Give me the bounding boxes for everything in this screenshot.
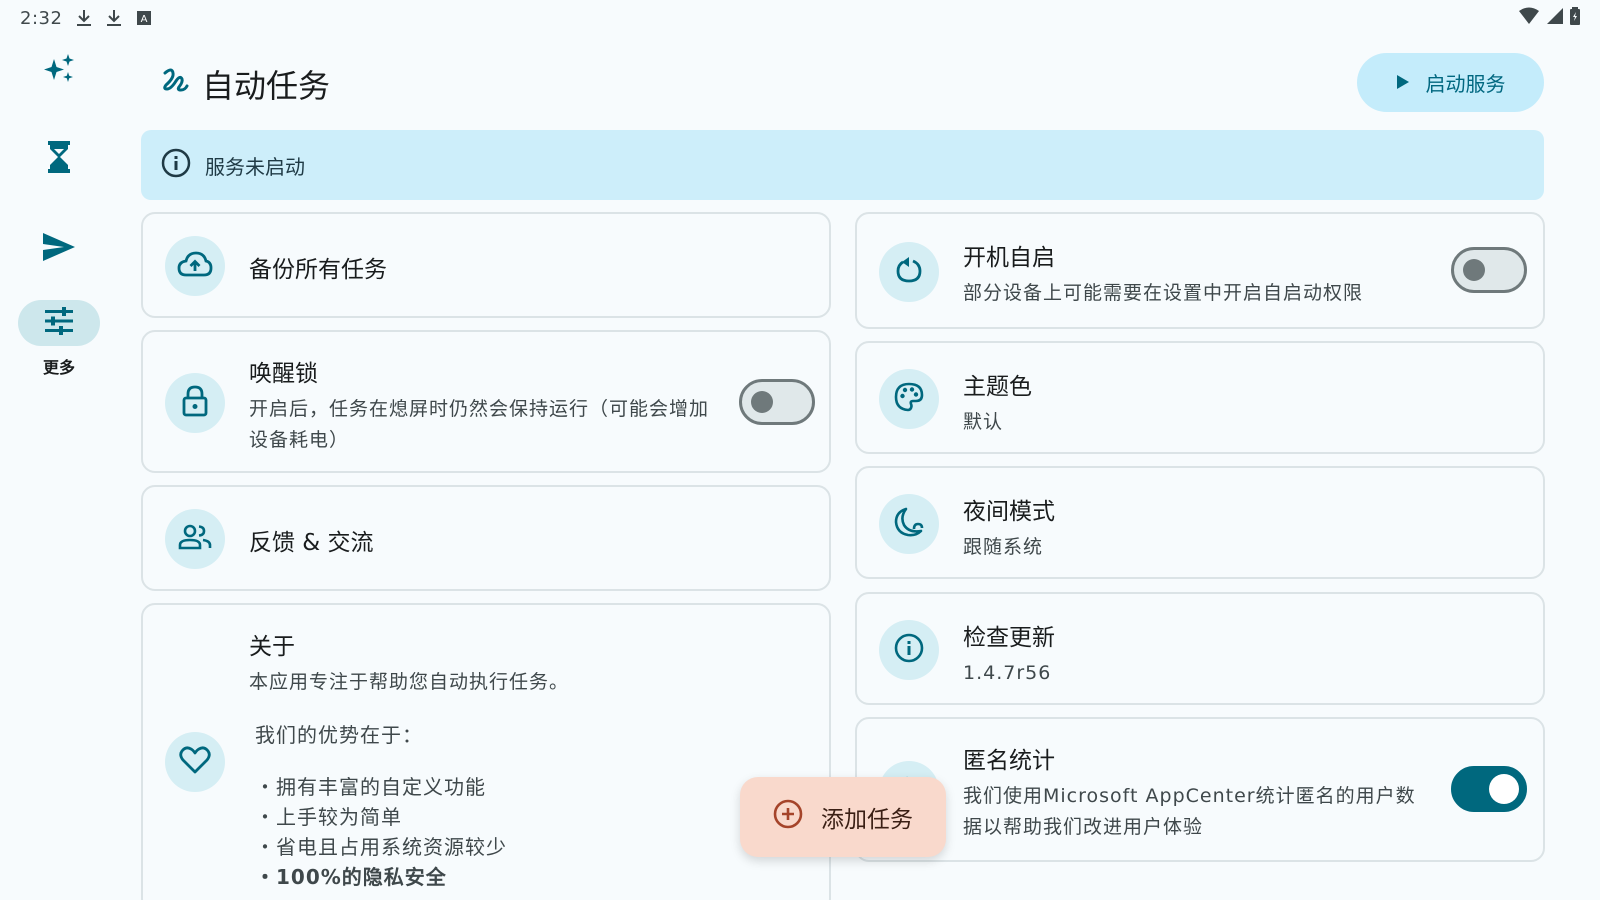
restart-icon [895,256,923,288]
download-icon [76,9,92,27]
update-version: 1.4.7r56 [963,662,1052,684]
autostart-card[interactable]: 开机自启 部分设备上可能需要在设置中开启自启动权限 [855,212,1545,329]
start-service-label: 启动服务 [1425,72,1506,96]
rail-pill[interactable] [18,48,100,94]
icon-circle [165,732,225,792]
card-text: 检查更新 1.4.7r56 [963,618,1523,689]
rail-item-more[interactable]: 更多 [18,300,100,378]
card-text: 唤醒锁 开启后，任务在熄屏时仍然会保持运行（可能会增加设备耗电） [249,354,719,456]
nav-rail: 更多 [0,36,118,900]
autostart-switch[interactable] [1451,247,1527,293]
wakelock-card[interactable]: 唤醒锁 开启后，任务在熄屏时仍然会保持运行（可能会增加设备耗电） [141,330,831,473]
theme-subtitle: 默认 [963,411,1004,433]
rail-item-sparkles[interactable] [18,48,100,94]
battery-icon [1570,6,1580,30]
night-mode-icon [894,507,924,541]
sparkles-icon [41,51,77,91]
card-text: 关于 本应用专注于帮助您自动执行任务。 我们的优势在于： ・拥有丰富的自定义功能… [249,627,809,892]
status-bar: 2:32 A [0,0,1600,36]
theme-title: 主题色 [963,374,1032,400]
about-body: 我们的优势在于： ・拥有丰富的自定义功能 ・上手较为简单 ・省电且占用系统资源较… [249,720,809,892]
card-text: 备份所有任务 [249,250,809,284]
wifi-icon [1518,7,1540,30]
keyboard-icon: A [136,10,152,26]
card-text: 主题色 默认 [963,367,1523,438]
wakelock-switch[interactable] [739,379,815,425]
wakelock-title: 唤醒锁 [249,361,318,387]
about-bullet: ・100%的隐私安全 [255,865,447,889]
page-title-text: 自动任务 [202,67,331,105]
page-title: 自动任务 [160,60,330,108]
icon-circle [165,509,225,569]
rail-pill[interactable] [18,226,100,272]
card-text: 匿名统计 我们使用Microsoft AppCenter统计匿名的用户数据以帮助… [963,741,1433,843]
night-mode-subtitle: 跟随系统 [963,536,1044,558]
status-time: 2:32 [20,7,63,29]
automation-icon [160,65,190,103]
icon-circle [165,373,225,433]
night-mode-card[interactable]: 夜间模式 跟随系统 [855,466,1545,579]
tune-icon [44,307,74,339]
send-icon [42,232,76,266]
status-right [1518,6,1580,30]
theme-card[interactable]: 主题色 默认 [855,341,1545,454]
rail-pill-active[interactable] [18,300,100,346]
card-text: 反馈 & 交流 [249,523,809,557]
backup-card[interactable]: 备份所有任务 [141,212,831,318]
banner-text: 服务未启动 [205,154,305,179]
autostart-subtitle: 部分设备上可能需要在设置中开启自启动权限 [963,282,1364,304]
feedback-title: 反馈 & 交流 [249,530,374,556]
add-circle-icon [773,799,803,835]
card-text: 夜间模式 跟随系统 [963,492,1523,563]
stats-switch[interactable] [1451,766,1527,812]
hourglass-icon [47,140,71,178]
info-icon [894,633,924,667]
night-mode-title: 夜间模式 [963,499,1055,525]
wakelock-subtitle: 开启后，任务在熄屏时仍然会保持运行（可能会增加设备耗电） [249,398,710,451]
heart-icon [179,746,211,778]
download-icon [106,9,122,27]
card-text: 开机自启 部分设备上可能需要在设置中开启自启动权限 [963,238,1413,309]
add-task-label: 添加任务 [821,807,913,833]
palette-icon [894,382,924,416]
switch-knob [1489,774,1519,804]
cloud-upload-icon [177,250,213,282]
add-task-button[interactable]: 添加任务 [740,777,946,857]
icon-circle [165,236,225,296]
rail-item-send[interactable] [18,226,100,272]
stats-title: 匿名统计 [963,748,1055,774]
rail-pill[interactable] [18,136,100,182]
play-icon [1396,71,1410,95]
about-bullet: ・拥有丰富的自定义功能 [255,775,486,799]
autostart-title: 开机自启 [963,245,1055,271]
signal-icon [1546,7,1564,30]
start-service-button[interactable]: 启动服务 [1357,53,1544,112]
icon-circle [879,369,939,429]
about-bullet: ・省电且占用系统资源较少 [255,835,507,859]
about-card: 关于 本应用专注于帮助您自动执行任务。 我们的优势在于： ・拥有丰富的自定义功能… [141,603,831,900]
svg-text:A: A [141,14,148,25]
info-icon [161,148,191,183]
service-status-banner: 服务未启动 [141,130,1544,200]
feedback-card[interactable]: 反馈 & 交流 [141,485,831,591]
backup-title: 备份所有任务 [249,257,387,283]
about-title: 关于 [249,634,295,660]
switch-knob [1463,259,1485,281]
lock-icon [182,385,208,421]
switch-knob [751,391,773,413]
icon-circle [879,620,939,680]
update-card[interactable]: 检查更新 1.4.7r56 [855,592,1545,705]
about-bullet: ・上手较为简单 [255,805,402,829]
stats-subtitle: 我们使用Microsoft AppCenter统计匿名的用户数据以帮助我们改进用… [963,785,1416,838]
about-lead: 我们的优势在于： [255,723,423,747]
rail-item-hourglass[interactable] [18,136,100,182]
icon-circle [879,242,939,302]
about-subtitle: 本应用专注于帮助您自动执行任务。 [249,671,570,693]
people-icon [178,524,212,554]
update-title: 检查更新 [963,625,1055,651]
stats-card[interactable]: 匿名统计 我们使用Microsoft AppCenter统计匿名的用户数据以帮助… [855,717,1545,862]
icon-circle [879,494,939,554]
rail-label-more: 更多 [42,358,75,377]
